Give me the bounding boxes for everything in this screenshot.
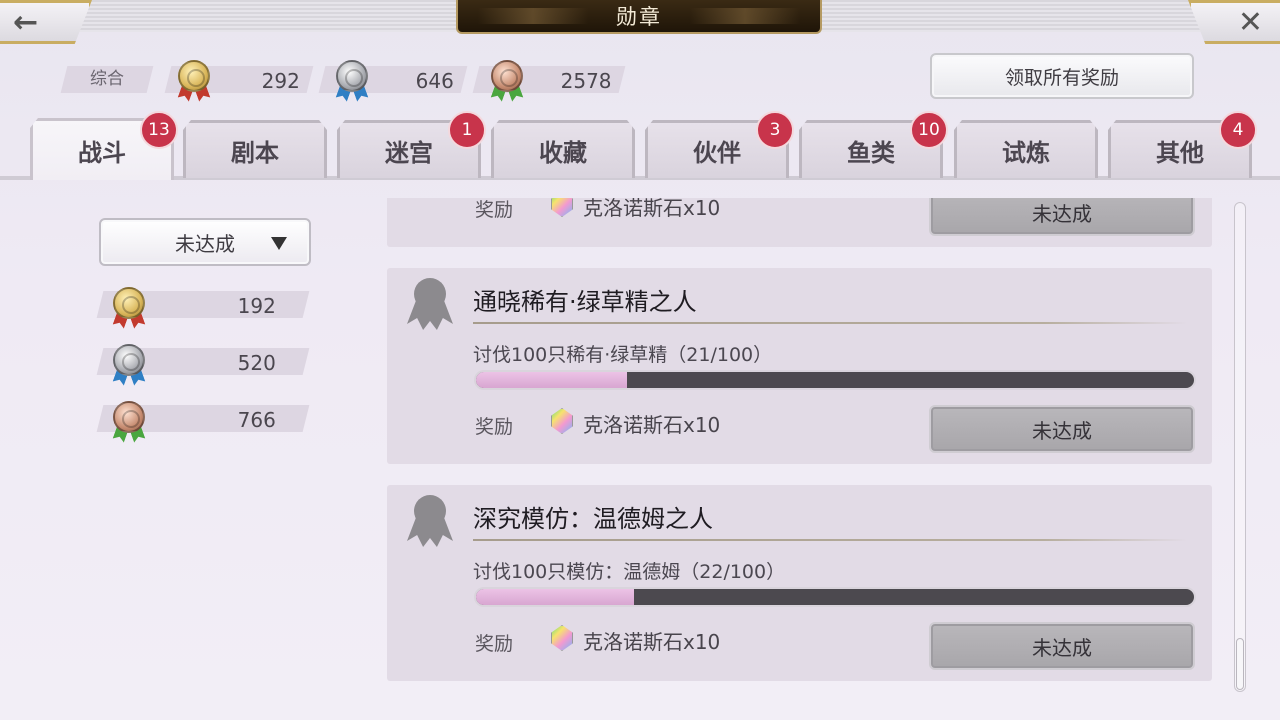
claim-status-button[interactable]: 未达成 <box>929 405 1195 453</box>
title-divider <box>473 322 1187 324</box>
tab-other-badge: 4 <box>1219 111 1257 149</box>
progress-bar <box>474 370 1196 390</box>
claim-status-button[interactable]: 未达成 <box>929 622 1195 670</box>
progress-fill <box>476 589 634 605</box>
tab-script[interactable]: 剧本 <box>183 120 327 178</box>
filter-selected-value: 未达成 <box>175 231 235 256</box>
chronos-stone-icon <box>551 198 573 217</box>
tab-fish-badge: 10 <box>910 111 948 149</box>
gold-medal-icon <box>176 60 212 104</box>
reward-label: 奖励 <box>475 199 514 221</box>
reward-label: 奖励 <box>475 416 514 438</box>
chronos-stone-icon <box>551 625 573 651</box>
silver-medal-icon <box>111 344 147 388</box>
locked-medal-icon <box>407 495 453 549</box>
achievement-description: 讨伐100只模仿：温德姆（22/100） <box>473 561 786 583</box>
claim-status-button[interactable]: 未达成 <box>929 198 1195 236</box>
achievement-description: 讨伐100只稀有·绿草精（21/100） <box>473 344 773 366</box>
chronos-stone-icon <box>551 408 573 434</box>
achievement-title: 深究模仿：温德姆之人 <box>473 505 713 533</box>
claim-all-rewards-button[interactable]: 领取所有奖励 <box>930 53 1194 99</box>
list-scrollbar[interactable] <box>1234 202 1246 692</box>
tab-battle-badge: 13 <box>140 111 178 149</box>
reward-label: 奖励 <box>475 633 514 655</box>
achievement-card: 深究模仿：温德姆之人 讨伐100只模仿：温德姆（22/100） 奖励 克洛诺斯石… <box>387 485 1212 681</box>
achievement-card-partial: 奖励 克洛诺斯石x10 未达成 <box>387 198 1212 247</box>
achievement-card: 通晓稀有·绿草精之人 讨伐100只稀有·绿草精（21/100） 奖励 克洛诺斯石… <box>387 268 1212 464</box>
back-button[interactable]: ← <box>0 0 92 44</box>
progress-bar <box>474 587 1196 607</box>
achievement-title: 通晓稀有·绿草精之人 <box>473 288 697 316</box>
close-icon: ✕ <box>1237 4 1263 40</box>
back-arrow-icon: ← <box>13 4 39 40</box>
reward-item: 克洛诺斯石x10 <box>583 198 721 220</box>
tab-trial[interactable]: 试炼 <box>954 120 1098 178</box>
scrollbar-thumb[interactable] <box>1236 638 1244 690</box>
gold-medal-icon <box>111 287 147 331</box>
tab-collection[interactable]: 收藏 <box>491 120 635 178</box>
title-divider <box>473 539 1187 541</box>
dropdown-arrow-icon <box>271 237 287 250</box>
locked-medal-icon <box>407 278 453 332</box>
bronze-medal-icon <box>111 401 147 445</box>
summary-label: 综合 <box>60 66 154 93</box>
reward-item: 克洛诺斯石x10 <box>583 630 721 654</box>
progress-fill <box>476 372 627 388</box>
reward-item: 克洛诺斯石x10 <box>583 413 721 437</box>
achievement-list[interactable]: 奖励 克洛诺斯石x10 未达成 通晓稀有·绿草精之人 讨伐100只稀有·绿草精（… <box>387 198 1213 698</box>
close-button[interactable]: ✕ <box>1188 0 1280 44</box>
tab-partner-badge: 3 <box>756 111 794 149</box>
silver-medal-icon <box>334 60 370 104</box>
tab-labyrinth-badge: 1 <box>448 111 486 149</box>
page-title: 勋章 <box>456 0 822 34</box>
bronze-medal-icon <box>489 60 525 104</box>
status-filter-dropdown[interactable]: 未达成 <box>99 218 311 266</box>
